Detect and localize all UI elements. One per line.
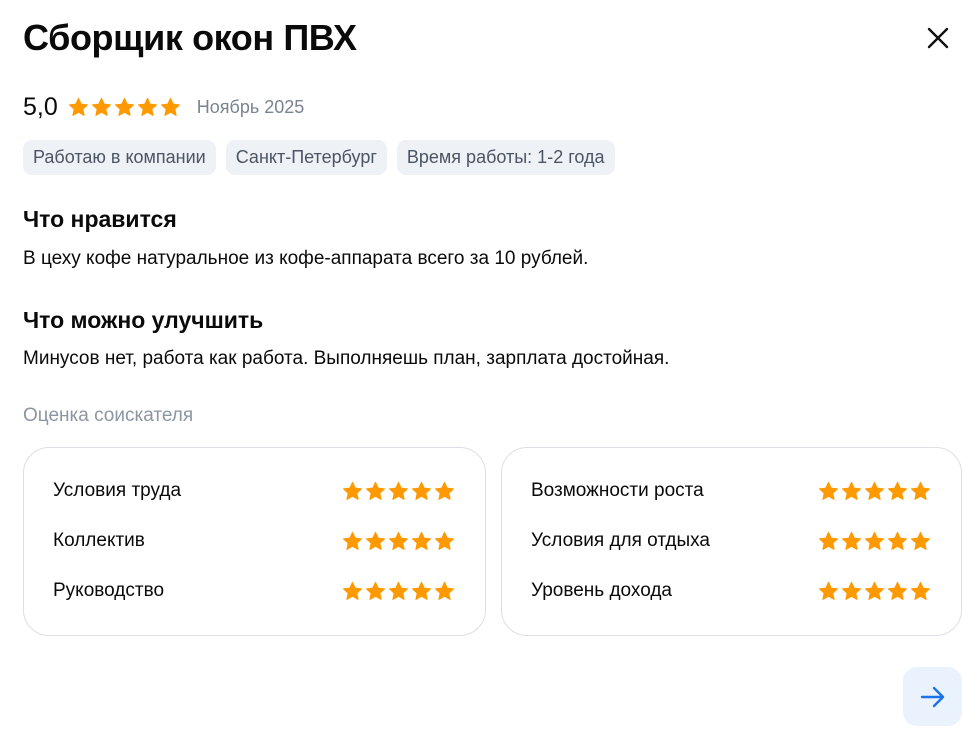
- assessment-label-growth: Возможности роста: [531, 480, 704, 501]
- star-filled-icon: [887, 481, 908, 500]
- assessment-row: Условия для отдыха: [531, 526, 931, 556]
- assessment-stars: [818, 531, 931, 552]
- star-filled-icon: [434, 531, 455, 550]
- star-filled-icon: [841, 481, 862, 500]
- rating-row: 5,0 Ноябрь 2025: [23, 90, 304, 124]
- rating-value: 5,0: [23, 92, 58, 121]
- star-filled-icon: [434, 481, 455, 500]
- star-filled-icon: [365, 481, 386, 500]
- star-filled-icon: [342, 581, 363, 600]
- star-filled-icon: [342, 531, 363, 550]
- star-filled-icon: [388, 581, 409, 600]
- assessment-label-income: Уровень дохода: [531, 580, 672, 601]
- assessment-label: Оценка соискателя: [23, 405, 194, 426]
- star-filled-icon: [864, 481, 885, 500]
- star-filled-icon: [864, 581, 885, 600]
- improve-title: Что можно улучшить: [23, 307, 264, 333]
- star-filled-icon: [365, 531, 386, 550]
- star-filled-icon: [411, 581, 432, 600]
- review-modal: Сборщик окон ПВХ 5,0 Ноябрь 2025 Работаю…: [0, 0, 962, 730]
- star-filled-icon: [910, 481, 931, 500]
- assessment-row: Коллектив: [53, 526, 455, 556]
- star-filled-icon: [160, 97, 180, 116]
- arrow-right-icon: [920, 686, 945, 708]
- likes-title: Что нравится: [23, 206, 177, 232]
- star-filled-icon: [818, 581, 839, 600]
- assessment-row: Условия труда: [53, 476, 455, 506]
- assessment-stars: [818, 481, 931, 502]
- assessment-stars: [818, 581, 931, 602]
- assessment-row: Уровень дохода: [531, 576, 931, 606]
- tag-employment: Работаю в компании: [23, 140, 216, 175]
- assessment-card-left: Условия труда Коллектив Руководство: [23, 447, 486, 636]
- star-filled-icon: [887, 581, 908, 600]
- star-filled-icon: [864, 531, 885, 550]
- assessment-row: Руководство: [53, 576, 455, 606]
- assessment-label-work-conditions: Условия труда: [53, 480, 182, 501]
- review-date: Ноябрь 2025: [196, 96, 305, 117]
- likes-text: В цеху кофе натуральное из кофе-аппарата…: [23, 248, 589, 269]
- assessment-label-team: Коллектив: [53, 530, 145, 551]
- star-filled-icon: [910, 581, 931, 600]
- star-filled-icon: [887, 531, 908, 550]
- assessment-card-right: Возможности роста Условия для отдыха Уро…: [501, 447, 962, 636]
- next-review-button[interactable]: [903, 667, 962, 726]
- close-button[interactable]: [918, 20, 958, 60]
- assessment-stars: [342, 581, 455, 602]
- tag-list: Работаю в компании Санкт-Петербург Время…: [23, 140, 615, 175]
- star-filled-icon: [411, 481, 432, 500]
- assessment-stars: [342, 481, 455, 502]
- tag-work-duration: Время работы: 1-2 года: [396, 140, 615, 175]
- star-filled-icon: [388, 531, 409, 550]
- tag-city: Санкт-Петербург: [225, 140, 387, 175]
- rating-stars: [68, 97, 181, 118]
- assessment-label-rest-conditions: Условия для отдыха: [531, 530, 710, 551]
- star-filled-icon: [365, 581, 386, 600]
- star-filled-icon: [68, 97, 88, 116]
- star-filled-icon: [434, 581, 455, 600]
- star-filled-icon: [841, 581, 862, 600]
- assessment-label-management: Руководство: [53, 580, 165, 601]
- star-filled-icon: [342, 481, 363, 500]
- star-filled-icon: [388, 481, 409, 500]
- assessment-row: Возможности роста: [531, 476, 931, 506]
- star-filled-icon: [910, 531, 931, 550]
- improve-text: Минусов нет, работа как работа. Выполняе…: [23, 348, 670, 369]
- star-filled-icon: [818, 531, 839, 550]
- star-filled-icon: [818, 481, 839, 500]
- review-title: Сборщик окон ПВХ: [23, 17, 357, 58]
- assessment-stars: [342, 531, 455, 552]
- close-icon: [927, 27, 949, 49]
- star-filled-icon: [411, 531, 432, 550]
- star-filled-icon: [114, 97, 134, 116]
- star-filled-icon: [137, 97, 157, 116]
- star-filled-icon: [91, 97, 111, 116]
- star-filled-icon: [841, 531, 862, 550]
